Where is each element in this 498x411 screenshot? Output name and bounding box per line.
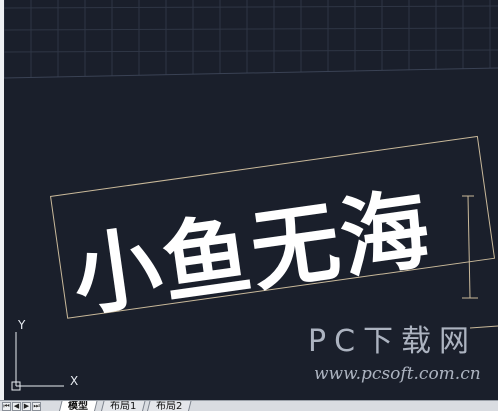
ucs-x-label: X [70, 374, 79, 388]
ucs-y-label: Y [18, 318, 26, 332]
ucs-icon: Y X [6, 318, 86, 392]
watermark-url: www.pcsoft.com.cn [314, 364, 481, 384]
watermark: PC下载网 www.pcsoft.com.cn [308, 316, 493, 396]
drawing-canvas[interactable]: 小鱼无海 Y X PC下载网 www.pcsoft.com.cn [0, 0, 498, 400]
watermark-title: PC下载网 [308, 324, 478, 359]
layout-tab-bar: ⏮ ◀ ▶ ⏭ 模型 布局1 布局2 [0, 400, 498, 411]
